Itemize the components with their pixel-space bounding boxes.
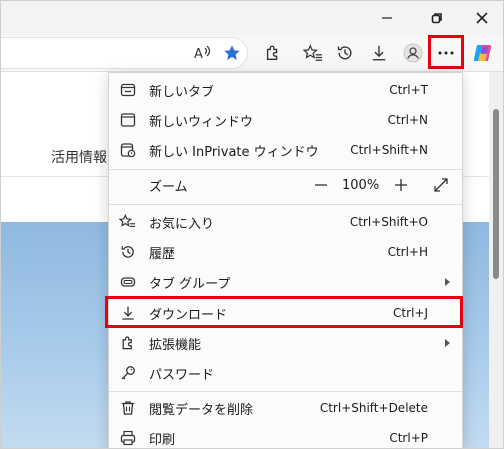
menu-item-label: 履歴 [149, 246, 176, 262]
menu-item-label: パスワード [149, 367, 215, 383]
menu-item-label: 閲覧データを削除 [149, 402, 254, 418]
menu-item-new-inprivate-window[interactable]: 新しい InPrivate ウィンドウ Ctrl+Shift+N [109, 135, 462, 165]
toolbar: A [1, 35, 503, 72]
menu-item-shortcut: Ctrl+T [389, 83, 428, 97]
menu-item-print[interactable]: 印刷 Ctrl+P [109, 423, 462, 448]
favorite-star-button[interactable] [218, 39, 246, 67]
zoom-out-button[interactable] [307, 170, 335, 200]
history-icon [119, 243, 137, 261]
menu-separator [109, 391, 462, 392]
page-link-text[interactable]: 活用情報 [51, 147, 107, 167]
read-aloud-icon: A [194, 45, 211, 62]
submenu-arrow-icon [445, 278, 450, 286]
menu-item-extensions[interactable]: 拡張機能 [109, 328, 462, 358]
menu-item-shortcut: Ctrl+Shift+N [350, 143, 428, 157]
history-icon [337, 46, 352, 60]
downloads-highlight [105, 296, 463, 328]
menu-item-label: 新しいウィンドウ [149, 114, 254, 130]
favorites-button[interactable] [299, 39, 327, 67]
zoom-in-button[interactable] [387, 170, 415, 200]
close-icon [476, 12, 488, 24]
profile-icon [403, 43, 423, 63]
menu-item-tab-groups[interactable]: タブ グループ [109, 267, 462, 297]
svg-text:A: A [194, 47, 203, 62]
settings-menu: 新しいタブ Ctrl+T 新しいウィンドウ Ctrl+N 新しい InPriva… [108, 72, 463, 448]
menu-separator [109, 204, 462, 205]
key-icon [119, 364, 137, 382]
favorites-icon [119, 213, 137, 231]
minimize-button[interactable] [367, 3, 407, 33]
menu-item-label: タブ グループ [149, 276, 231, 292]
menu-item-shortcut: Ctrl+P [389, 431, 428, 445]
menu-item-label: 拡張機能 [149, 337, 202, 353]
menu-item-passwords[interactable]: パスワード [109, 358, 462, 388]
extensions-button[interactable] [259, 39, 287, 67]
tab-groups-icon [119, 273, 137, 291]
expand-icon [434, 178, 448, 192]
minus-icon [315, 184, 327, 186]
favorite-star-icon [224, 45, 240, 60]
menu-item-new-window[interactable]: 新しいウィンドウ Ctrl+N [109, 105, 462, 135]
full-screen-button[interactable] [427, 170, 455, 200]
close-button[interactable] [462, 3, 502, 33]
profile-button[interactable] [399, 39, 427, 67]
page-scrollbar[interactable] [489, 72, 503, 448]
print-icon [119, 429, 137, 447]
menu-item-label: お気に入り [149, 216, 215, 232]
read-aloud-button[interactable]: A [189, 39, 217, 67]
menu-item-zoom: ズーム 100% [109, 170, 462, 200]
new-window-icon [119, 111, 137, 129]
menu-item-label: 印刷 [149, 432, 176, 448]
zoom-label: ズーム [149, 179, 188, 195]
menu-item-label: 新しいタブ [149, 84, 215, 100]
menu-item-new-tab[interactable]: 新しいタブ Ctrl+T [109, 75, 462, 105]
trash-icon [119, 399, 137, 417]
scrollbar-thumb[interactable] [493, 109, 499, 279]
downloads-icon [372, 45, 386, 61]
menu-item-history[interactable]: 履歴 Ctrl+H [109, 237, 462, 267]
downloads-button[interactable] [365, 39, 393, 67]
extensions-icon [266, 45, 278, 60]
copilot-button[interactable] [469, 39, 497, 67]
extensions-icon [119, 334, 137, 352]
inprivate-icon [119, 141, 137, 159]
minimize-icon [382, 17, 392, 19]
restore-button[interactable] [417, 3, 457, 33]
browser-window: A 活用情報 新しいタブ Ctrl+T 新しいウィンドウ Ctrl+N 新しい … [0, 0, 504, 449]
menu-item-shortcut: Ctrl+H [387, 245, 428, 259]
zoom-value: 100% [342, 177, 380, 193]
menu-item-clear-browsing-data[interactable]: 閲覧データを削除 Ctrl+Shift+Delete [109, 393, 462, 423]
history-button[interactable] [331, 39, 359, 67]
plus-icon [395, 179, 407, 191]
menu-item-label: 新しい InPrivate ウィンドウ [149, 144, 319, 160]
menu-item-shortcut: Ctrl+Shift+O [349, 215, 428, 229]
more-button-highlight [428, 35, 464, 69]
new-tab-icon [119, 81, 137, 99]
copilot-icon [473, 45, 492, 61]
menu-item-shortcut: Ctrl+Shift+Delete [319, 401, 428, 415]
favorites-icon [303, 44, 322, 61]
title-bar [1, 1, 503, 35]
menu-item-shortcut: Ctrl+N [387, 113, 428, 127]
restore-icon [431, 13, 442, 24]
menu-item-favorites[interactable]: お気に入り Ctrl+Shift+O [109, 207, 462, 237]
submenu-arrow-icon [445, 339, 450, 347]
